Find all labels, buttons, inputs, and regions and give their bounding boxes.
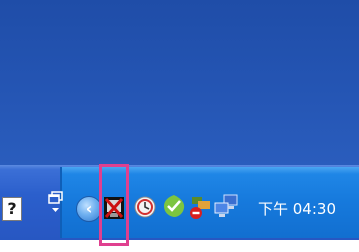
- question-icon[interactable]: ?: [2, 197, 22, 221]
- restore-window-icon[interactable]: [47, 190, 65, 216]
- highlight-box: [99, 164, 129, 246]
- clock-refresh-icon[interactable]: [134, 196, 156, 218]
- network-warning-icon[interactable]: [188, 194, 212, 220]
- green-check-icon[interactable]: [162, 194, 186, 218]
- page-background: [0, 240, 359, 252]
- network-computers-icon[interactable]: [213, 193, 239, 219]
- desktop: [0, 0, 359, 165]
- taskbar-clock[interactable]: 下午 04:30: [258, 196, 336, 222]
